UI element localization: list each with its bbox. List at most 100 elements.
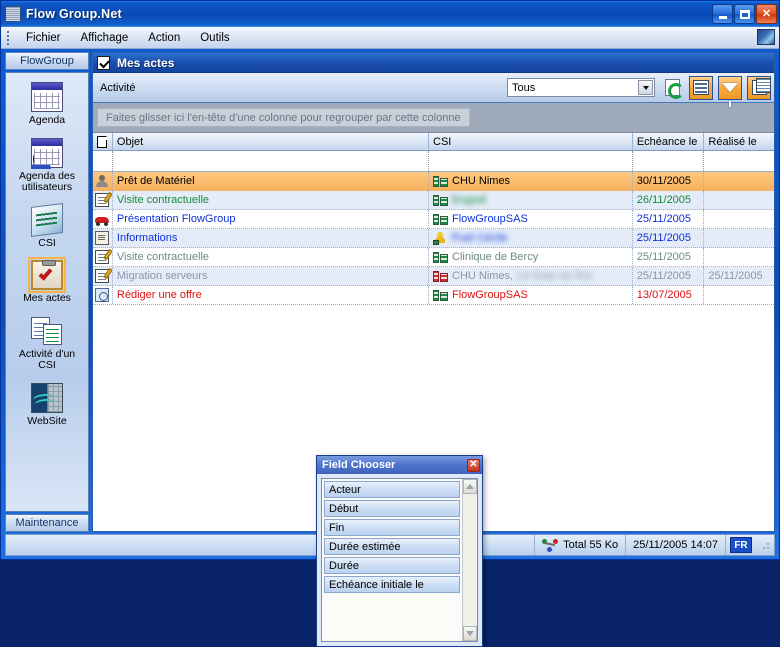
cell-csi-text-extra: Le Grau du Roi [517,270,592,282]
sidebar-item-agenda-des-utilisateurs[interactable]: Agenda des utilisateurs [8,137,86,194]
sidebar-items: Agenda Agenda des utilisateurs CSI Mes a… [5,72,89,512]
title-bar: Flow Group.Net ✕ [1,1,779,27]
sidebar-item-label: Activité d'un CSI [18,347,76,371]
cell-realise [704,172,774,190]
close-icon: ✕ [761,7,772,20]
cell-csi: CHU Nimes, Le Grau du Roi [429,267,633,285]
field-chooser-body: Acteur Début Fin Durée estimée Durée Ech… [321,478,478,642]
sidebar-item-website[interactable]: WebSite [8,382,86,428]
minimize-icon [718,15,727,19]
list-item[interactable]: Durée estimée [324,538,460,555]
cell-echeance: 13/07/2005 [633,286,705,304]
cell-echeance: 25/11/2005 [633,267,705,285]
status-total-cell: Total 55 Ko [535,535,627,555]
sidebar-group-flowgroup[interactable]: FlowGroup [5,52,89,70]
status-total-text: Total 55 Ko [563,539,619,551]
field-chooser-titlebar[interactable]: Field Chooser ✕ [317,456,482,474]
close-icon[interactable]: ✕ [467,458,480,472]
group-by-panel[interactable]: Faites glisser ici l'en-tête d'une colon… [93,103,774,133]
note-pen-icon [95,248,112,264]
cell-echeance: 25/11/2005 [633,248,705,266]
table-row[interactable]: Prêt de Matériel CHU Nimes 30/11/2005 [93,172,774,191]
filter-cell-csi[interactable] [429,151,633,171]
table-row[interactable]: Migration serveurs CHU Nimes, Le Grau du… [93,267,774,286]
application-window: Flow Group.Net ✕ Fichier Affichage Actio… [0,0,780,647]
cell-realise [704,248,774,266]
sidebar-item-activite-dun-csi[interactable]: Activité d'un CSI [8,316,86,372]
page-title: Mes actes [117,55,175,70]
list-item[interactable]: Début [324,500,460,517]
chevron-down-icon[interactable] [638,80,653,95]
column-header-echeance[interactable]: Echéance le [633,133,705,150]
filter-cell-echeance[interactable] [633,151,705,171]
column-header-csi[interactable]: CSI [429,133,633,150]
grid-filter-row [93,151,774,172]
sidebar-group-maintenance[interactable]: Maintenance [5,514,89,532]
website-globe-icon [31,382,63,413]
table-row[interactable]: Présentation FlowGroup FlowGroupSAS 25/1… [93,210,774,229]
person-gold-icon [433,231,448,245]
table-row[interactable]: Rédiger une offre FlowGroupSAS 13/07/200… [93,286,774,305]
minimize-button[interactable] [712,4,733,24]
scroll-up-icon[interactable] [463,479,477,494]
column-header-icon[interactable] [93,133,113,150]
list-item[interactable]: Acteur [324,481,460,498]
resize-grip[interactable] [758,538,772,552]
cell-realise [704,229,774,247]
cell-objet: Migration serveurs [113,267,429,285]
list-item[interactable]: Echéance initiale le [324,576,460,593]
cell-realise: 25/11/2005 [708,270,763,282]
field-chooser-title: Field Chooser [322,459,396,471]
status-language-badge[interactable]: FR [730,537,752,553]
menu-item-action[interactable]: Action [138,29,190,47]
building-green-icon [433,251,448,264]
table-row[interactable]: Visite contractuelle Clinique de Bercy 2… [93,248,774,267]
filter-cell-icon[interactable] [93,151,113,171]
user-icon [95,174,109,188]
actes-grid: Objet CSI Echéance le Réalisé le Prêt de… [93,133,774,647]
status-datetime-text: 25/11/2005 14:07 [633,539,718,551]
menu-item-fichier[interactable]: Fichier [16,29,71,47]
row-type-icon-cell [93,229,113,247]
list-item[interactable]: Fin [324,519,460,536]
filter-button[interactable] [718,75,742,107]
maximize-button[interactable] [734,4,755,24]
menu-item-outils[interactable]: Outils [190,29,239,47]
note-pen-icon [95,191,112,207]
sidebar-item-mes-actes[interactable]: Mes actes [8,257,86,305]
building-red-icon [433,270,448,283]
close-button[interactable]: ✕ [756,4,777,24]
network-status-icon [542,538,559,552]
window-body: FlowGroup Agenda Agenda des utilisateurs [1,49,779,647]
activity-filter-select[interactable]: Tous [507,78,655,97]
sidebar-item-agenda[interactable]: Agenda [8,82,86,127]
field-chooser-button[interactable] [747,75,771,100]
sidebar-item-label: WebSite [27,414,67,427]
column-header-objet[interactable]: Objet [113,133,430,150]
filter-label: Activité [100,81,136,94]
row-type-icon-cell [93,248,113,266]
clipboard-check-icon [97,55,110,70]
car-icon [95,212,109,226]
cell-csi-text: FlowGroupSAS [452,213,528,225]
filter-cell-realise[interactable] [704,151,774,171]
field-chooser-scrollbar[interactable] [462,479,477,641]
cell-objet: Visite contractuelle [113,191,429,209]
app-module-icon[interactable] [757,29,775,45]
column-header-realise[interactable]: Réalisé le [704,133,774,150]
table-row[interactable]: Informations Puel Cécile 25/11/2005 [93,229,774,248]
field-chooser-icon [751,78,771,95]
cell-echeance: 25/11/2005 [633,210,705,228]
columns-button[interactable] [689,75,713,100]
menu-grip-handle[interactable] [4,30,12,46]
row-type-icon-cell [93,191,113,209]
sidebar-item-csi[interactable]: CSI [8,202,86,250]
table-row[interactable]: Visite contractuelle Engedi 26/11/2005 [93,191,774,210]
filter-cell-objet[interactable] [113,151,430,171]
refresh-button[interactable] [660,76,684,100]
cell-echeance: 25/11/2005 [633,229,705,247]
field-chooser-dialog[interactable]: Field Chooser ✕ Acteur Début Fin Durée e… [316,455,483,647]
cell-objet: Présentation FlowGroup [113,210,429,228]
scroll-down-icon[interactable] [463,626,477,641]
menu-item-affichage[interactable]: Affichage [71,29,139,47]
